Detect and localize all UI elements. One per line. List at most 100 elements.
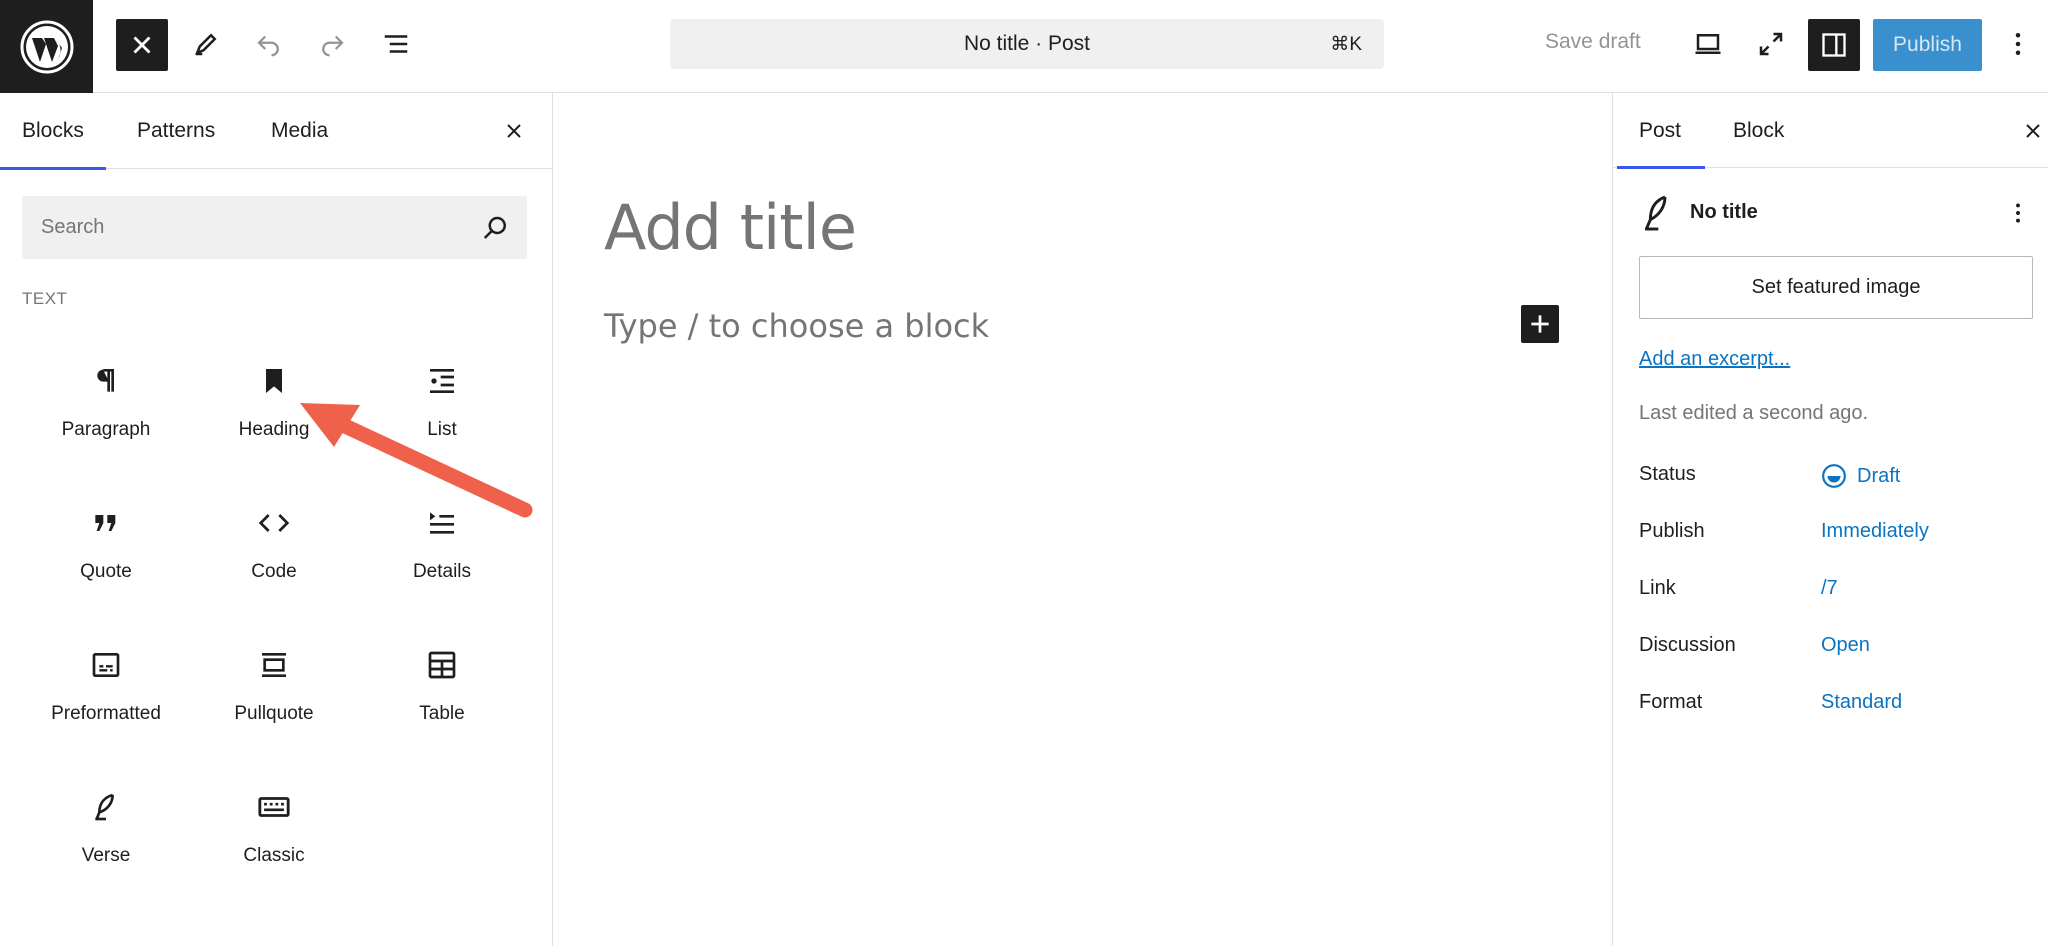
redo-button[interactable] xyxy=(304,16,360,72)
shortcut-hint: ⌘K xyxy=(1330,33,1362,55)
category-label: TEXT xyxy=(22,289,68,308)
tab-blocks[interactable]: Blocks xyxy=(0,119,106,170)
inserter-tabs: Blocks Patterns Media xyxy=(0,93,553,170)
link-label: Link xyxy=(1639,577,1676,599)
save-draft-button[interactable]: Save draft xyxy=(1545,30,1641,54)
format-row: Format Standard xyxy=(1639,691,2033,721)
block-list[interactable]: List xyxy=(358,345,526,487)
publish-row: Publish Immediately xyxy=(1639,520,2033,550)
search-input[interactable] xyxy=(22,196,462,259)
table-icon xyxy=(428,651,456,679)
settings-toggle-button[interactable] xyxy=(1808,19,1860,71)
format-button[interactable]: Standard xyxy=(1821,691,1902,714)
block-label: Classic xyxy=(243,845,305,866)
undo-button[interactable] xyxy=(241,16,297,72)
block-heading[interactable]: Heading xyxy=(190,345,358,487)
block-classic[interactable]: Classic xyxy=(190,771,358,913)
classic-icon xyxy=(258,797,290,817)
status-button[interactable]: Draft xyxy=(1821,463,1900,489)
settings-sidebar: Post Block No title Set featured image A… xyxy=(1612,93,2048,946)
block-label: Heading xyxy=(238,419,310,440)
set-featured-image-button[interactable]: Set featured image xyxy=(1639,256,2033,319)
status-value: Draft xyxy=(1857,464,1901,487)
post-icon xyxy=(1644,195,1667,231)
block-search xyxy=(22,196,527,259)
post-actions-button[interactable] xyxy=(2003,193,2033,233)
status-row: Status Draft xyxy=(1639,463,2033,493)
tab-block[interactable]: Block xyxy=(1733,119,1784,143)
close-settings-button[interactable] xyxy=(2017,115,2048,147)
preview-button[interactable] xyxy=(1680,16,1736,72)
wordpress-icon xyxy=(20,20,73,73)
fullscreen-button[interactable] xyxy=(1743,16,1799,72)
block-label: Details xyxy=(412,561,472,582)
discussion-row: Discussion Open xyxy=(1639,634,2033,664)
preformatted-icon xyxy=(92,653,120,677)
discussion-button[interactable]: Open xyxy=(1821,634,1870,657)
block-label: Table xyxy=(419,703,465,724)
heading-icon xyxy=(266,369,282,393)
close-icon xyxy=(2026,124,2040,138)
document-overview-button[interactable] xyxy=(368,16,424,72)
pencil-icon xyxy=(195,33,217,56)
block-label: Paragraph xyxy=(61,419,151,440)
wordpress-logo[interactable] xyxy=(0,0,93,93)
close-icon xyxy=(133,36,151,54)
link-row: Link /7 xyxy=(1639,577,2033,607)
draft-status-icon xyxy=(1822,464,1846,488)
list-view-icon xyxy=(384,35,408,53)
block-table[interactable]: Table xyxy=(358,629,526,771)
post-title-field[interactable]: Add title xyxy=(604,191,857,264)
desktop-icon xyxy=(1695,34,1721,54)
status-label: Status xyxy=(1639,463,1696,485)
default-block-appender[interactable]: Type / to choose a block xyxy=(604,307,989,345)
block-label: Quote xyxy=(80,561,132,582)
block-verse[interactable]: Verse xyxy=(22,771,190,913)
fullscreen-icon xyxy=(1759,32,1783,56)
block-pullquote[interactable]: Pullquote xyxy=(190,629,358,771)
pullquote-icon xyxy=(262,653,286,677)
block-label: List xyxy=(427,419,457,440)
redo-icon xyxy=(322,35,344,57)
block-details[interactable]: Details xyxy=(358,487,526,629)
plus-icon xyxy=(1531,315,1549,333)
settings-tabs: Post Block xyxy=(1613,93,2048,169)
add-block-button[interactable] xyxy=(1521,305,1559,343)
tab-patterns[interactable]: Patterns xyxy=(137,119,215,143)
search-icon xyxy=(483,216,506,239)
permalink-button[interactable]: /7 xyxy=(1821,577,1838,600)
add-excerpt-link[interactable]: Add an excerpt... xyxy=(1639,348,1790,371)
quote-icon xyxy=(95,515,116,531)
undo-icon xyxy=(257,35,279,57)
last-edited-text: Last edited a second ago. xyxy=(1639,402,1869,424)
close-inserter-button[interactable] xyxy=(116,19,168,71)
close-panel-button[interactable] xyxy=(498,115,530,147)
block-label: Verse xyxy=(81,845,131,866)
post-summary-title: No title xyxy=(1690,201,1758,223)
block-label: Preformatted xyxy=(51,703,161,724)
editor-canvas: Add title Type / to choose a block xyxy=(554,93,1612,946)
publish-date-button[interactable]: Immediately xyxy=(1821,520,1929,543)
verse-icon xyxy=(95,793,114,821)
discussion-label: Discussion xyxy=(1639,634,1736,656)
command-palette-button[interactable]: No title · Post ⌘K xyxy=(670,19,1384,69)
publish-button[interactable]: Publish xyxy=(1873,19,1982,71)
sidebar-icon xyxy=(1822,33,1846,57)
tab-post[interactable]: Post xyxy=(1616,119,1706,169)
block-inserter-panel: Blocks Patterns Media TEXT Paragraph Hea… xyxy=(0,93,553,946)
tools-button[interactable] xyxy=(178,16,234,72)
block-quote[interactable]: Quote xyxy=(22,487,190,629)
tab-media[interactable]: Media xyxy=(271,119,328,143)
block-label: Pullquote xyxy=(234,703,314,724)
publish-label: Publish xyxy=(1639,520,1705,542)
paragraph-icon xyxy=(97,369,114,392)
format-label: Format xyxy=(1639,691,1703,713)
block-code[interactable]: Code xyxy=(190,487,358,629)
more-vertical-icon xyxy=(2016,203,2020,223)
options-button[interactable] xyxy=(1990,16,2046,72)
editor-header: No title · Post ⌘K Save draft Publish xyxy=(0,0,2048,93)
more-vertical-icon xyxy=(2015,33,2021,55)
block-preformatted[interactable]: Preformatted xyxy=(22,629,190,771)
block-paragraph[interactable]: Paragraph xyxy=(22,345,190,487)
code-icon xyxy=(258,514,290,532)
